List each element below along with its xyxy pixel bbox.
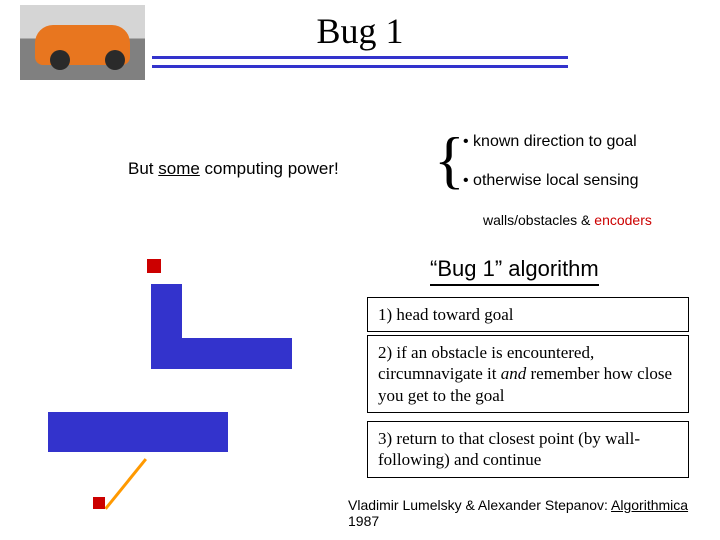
algorithm-title: “Bug 1” algorithm	[430, 256, 599, 286]
algorithm-step-2: 2) if an obstacle is encountered, circum…	[367, 335, 689, 413]
brace-icon: {	[434, 128, 465, 192]
citation: Vladimir Lumelsky & Alexander Stepanov: …	[348, 497, 720, 529]
algorithm-step-1: 1) head toward goal	[367, 297, 689, 332]
start-marker	[93, 497, 105, 509]
walls-text: walls/obstacles &	[483, 212, 594, 228]
subtitle-post: computing power!	[200, 159, 339, 178]
step2-italic: and	[501, 364, 527, 383]
walls-encoders-line: walls/obstacles & encoders	[483, 212, 652, 228]
car-wheel-front	[105, 50, 125, 70]
bullet-local-sensing: • otherwise local sensing	[463, 172, 638, 190]
cite-authors: Vladimir Lumelsky & Alexander Stepanov:	[348, 497, 611, 513]
obstacle-l-vertical	[151, 284, 182, 369]
cite-year: 1987	[348, 513, 379, 529]
slide-title: Bug 1	[0, 10, 720, 52]
car-wheel-rear	[50, 50, 70, 70]
bullet-known-direction: • known direction to goal	[463, 133, 637, 151]
bug-diagram	[0, 250, 360, 510]
obstacle-rect	[48, 412, 228, 452]
title-underline	[152, 56, 568, 68]
subtitle: But some computing power!	[128, 159, 339, 179]
obstacle-l-horizontal	[182, 338, 292, 369]
path-segment	[104, 458, 147, 510]
subtitle-underlined: some	[158, 159, 200, 178]
algorithm-step-3: 3) return to that closest point (by wall…	[367, 421, 689, 478]
subtitle-pre: But	[128, 159, 158, 178]
encoders-text: encoders	[594, 212, 652, 228]
goal-marker	[147, 259, 161, 273]
cite-journal: Algorithmica	[611, 497, 688, 513]
